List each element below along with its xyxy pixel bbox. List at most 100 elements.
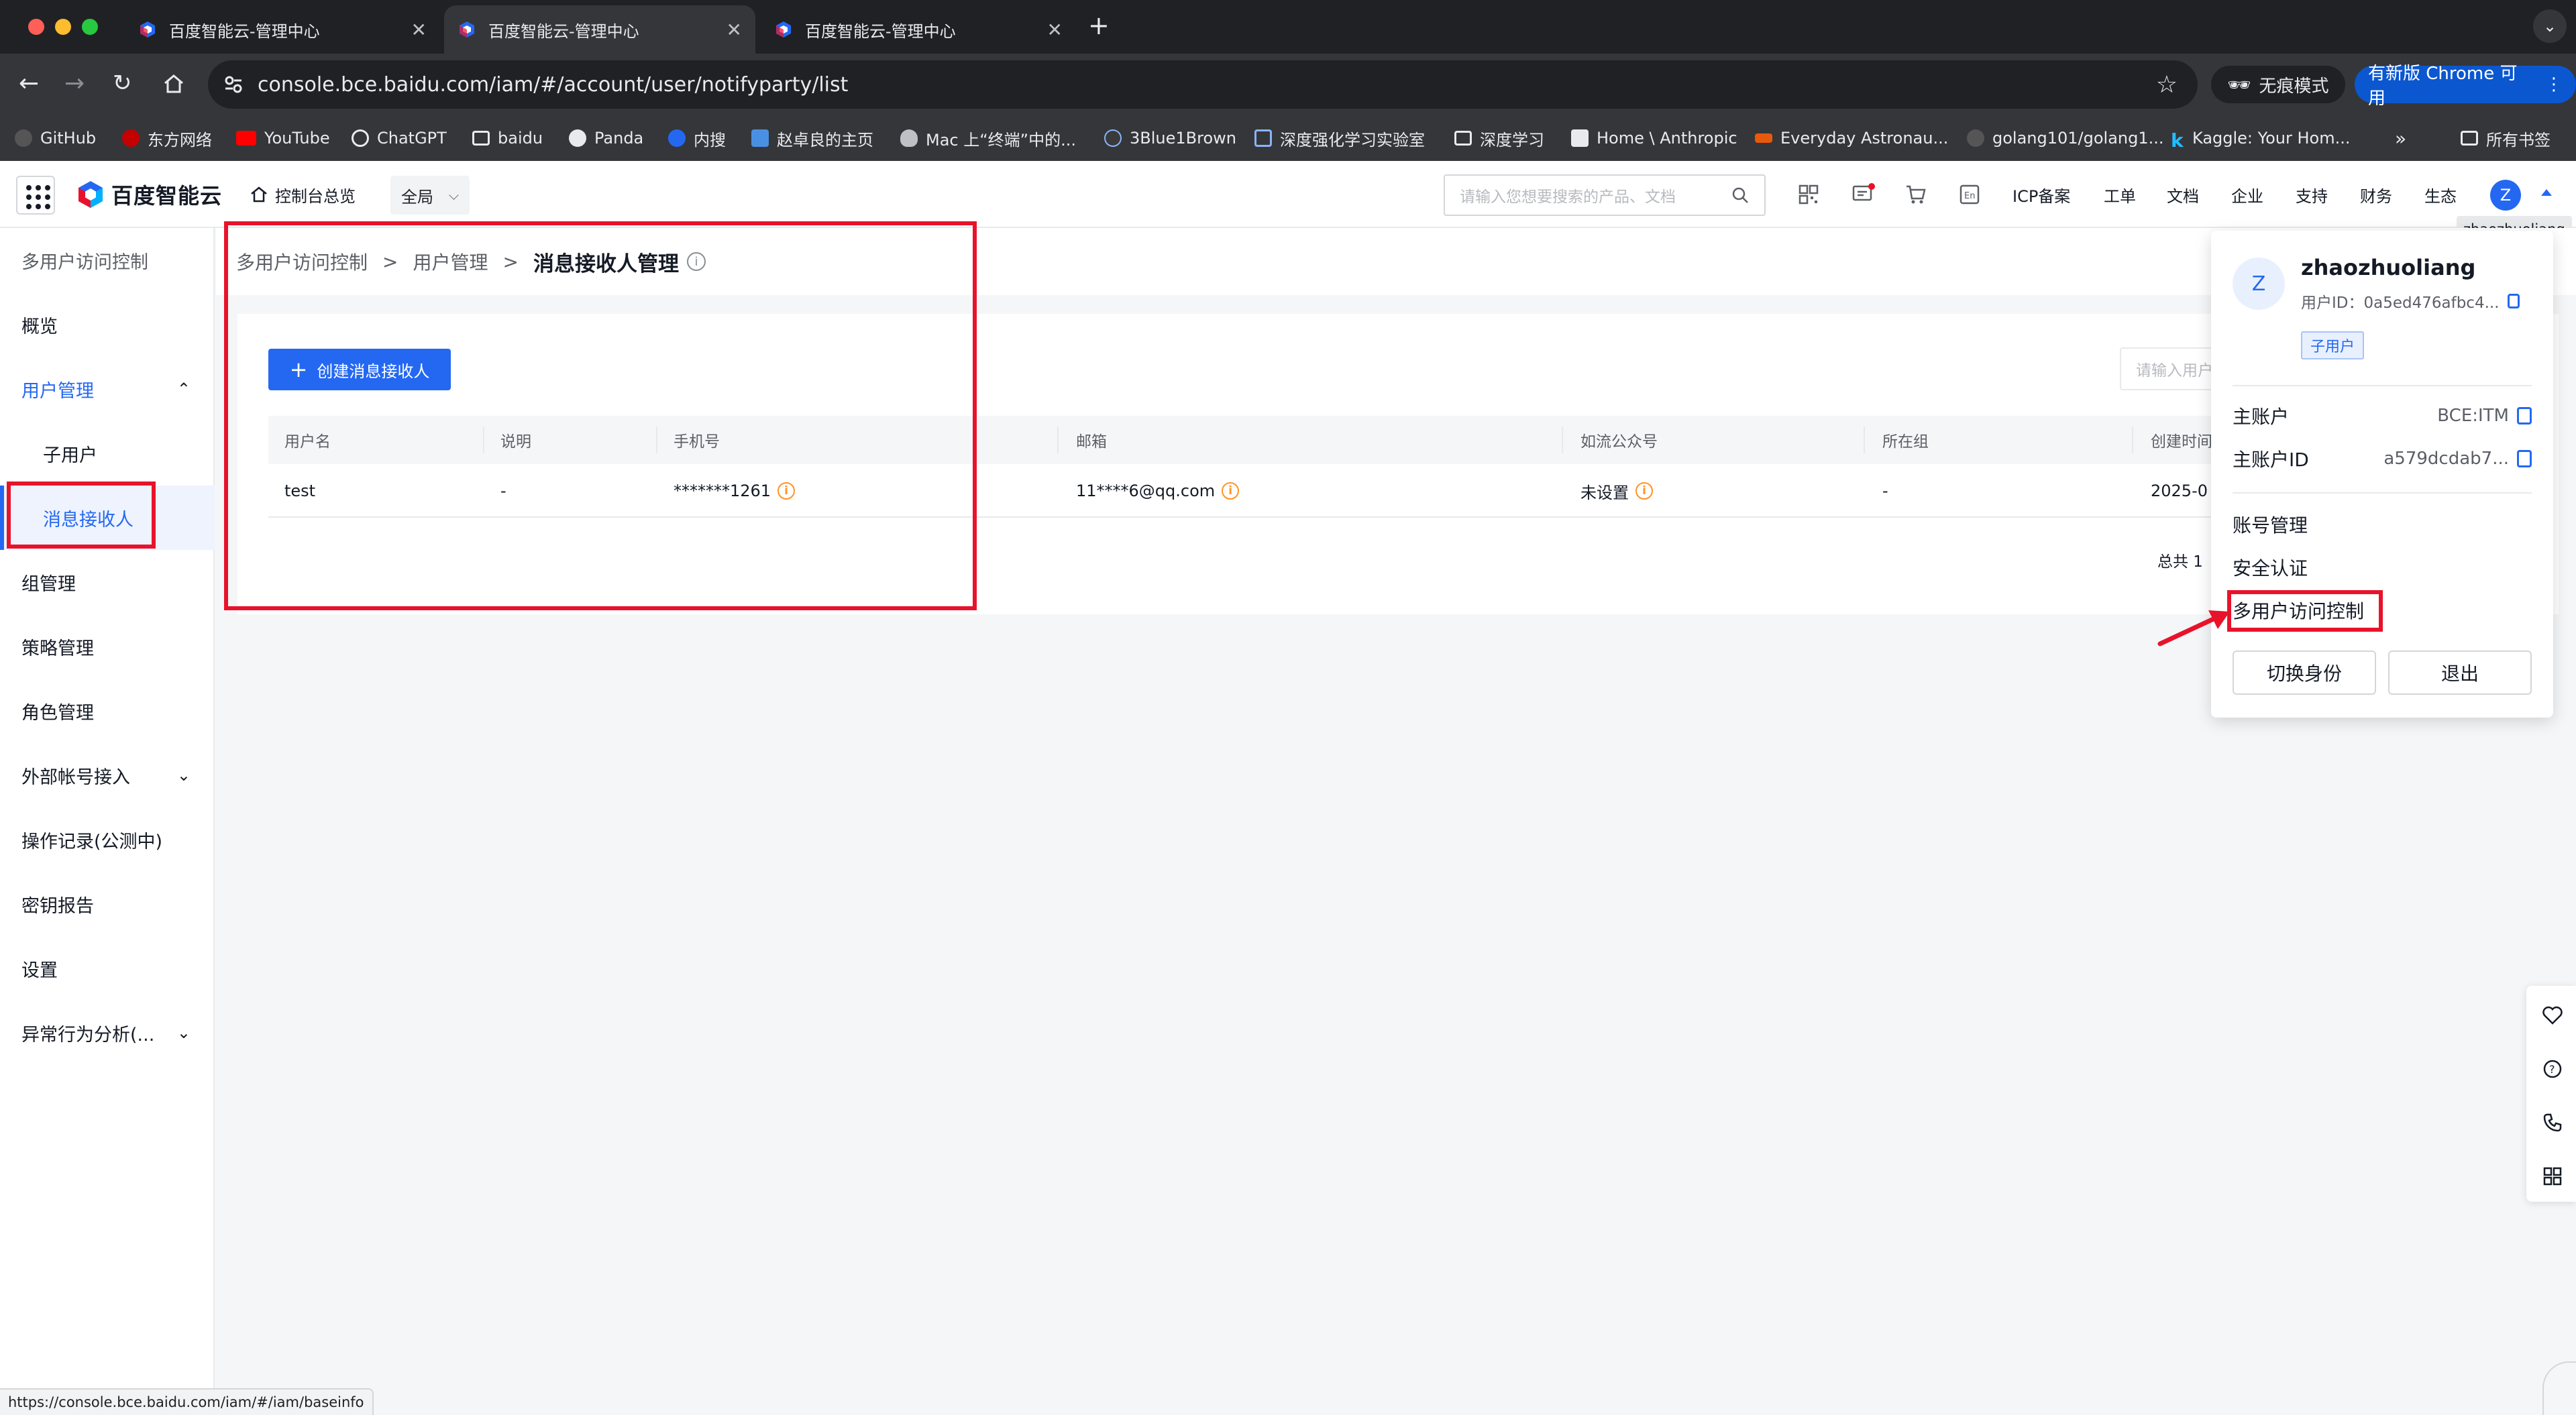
sidebar-item-subusers[interactable]: 子用户	[0, 421, 215, 486]
bookmark-item[interactable]: ChatGPT	[352, 115, 447, 161]
caret-up-icon[interactable]	[2541, 189, 2552, 196]
menu-label: 安全认证	[2233, 557, 2308, 579]
incognito-indicator[interactable]: 🕶 无痕模式	[2211, 66, 2345, 103]
browser-tab-2-active[interactable]: 百度智能云-管理中心 ✕	[444, 5, 755, 54]
bookmark-folder[interactable]: baidu	[472, 115, 543, 161]
bookmark-label: Kaggle: Your Hom...	[2192, 129, 2351, 148]
console-overview-link[interactable]: 控制台总览	[250, 161, 356, 228]
bookmark-item[interactable]: Home \ Anthropic	[1571, 115, 1737, 161]
folder-icon	[2461, 131, 2478, 146]
switch-identity-label: 切换身份	[2266, 663, 2342, 685]
main-account-value: BCE:ITM	[2437, 406, 2509, 426]
bookmark-folder[interactable]: 深度学习	[1454, 115, 1544, 161]
switch-identity-button[interactable]: 切换身份	[2233, 650, 2376, 695]
reload-icon[interactable]: ↻	[113, 70, 132, 97]
bookmark-star-icon[interactable]: ☆	[2156, 71, 2178, 99]
baidu-cloud-favicon-icon	[140, 21, 155, 38]
language-icon[interactable]: En	[1959, 184, 1980, 205]
sidebar-item-roles[interactable]: 角色管理	[0, 679, 215, 743]
logout-button[interactable]: 退出	[2388, 650, 2532, 695]
bookmark-item[interactable]: 内搜	[668, 115, 726, 161]
user-avatar[interactable]: Z	[2490, 180, 2521, 211]
dongfang-icon	[122, 129, 140, 147]
search-placeholder: 请输入用户	[2136, 362, 2213, 380]
bookmark-item[interactable]: 深度强化学习实验室	[1254, 115, 1425, 161]
tab-close-icon[interactable]: ✕	[727, 19, 742, 41]
all-bookmarks[interactable]: 所有书签	[2461, 115, 2551, 161]
more-menu-icon[interactable]: ⋮	[2545, 74, 2563, 95]
bookmark-item[interactable]: Mac 上“终端”中的...	[900, 115, 1076, 161]
tab-close-icon[interactable]: ✕	[411, 19, 427, 41]
corner-widget[interactable]	[2542, 1361, 2576, 1415]
sidebar-item-policies[interactable]: 策略管理	[0, 614, 215, 679]
ruliu-info-icon[interactable]: i	[1635, 482, 1653, 500]
baidu-cloud-logo[interactable]: 百度智能云	[75, 161, 222, 228]
bookmark-item[interactable]: YouTube	[236, 115, 330, 161]
copy-icon[interactable]	[2517, 450, 2532, 467]
table-search-input[interactable]: 请输入用户	[2120, 347, 2220, 390]
bookmark-item[interactable]: Panda	[569, 115, 643, 161]
browser-tab-1[interactable]: 百度智能云-管理中心 ✕	[125, 5, 440, 54]
bookmark-item[interactable]: GitHub	[15, 115, 96, 161]
nav-enterprise[interactable]: 企业	[2231, 161, 2263, 228]
message-icon[interactable]	[1851, 182, 1876, 205]
email-info-icon[interactable]: i	[1222, 482, 1240, 500]
favorite-heart-icon[interactable]	[2529, 988, 2576, 1042]
nav-label: 企业	[2231, 186, 2263, 206]
bookmark-item[interactable]: 3Blue1Brown	[1104, 115, 1236, 161]
nav-label: 生态	[2424, 186, 2457, 206]
tab-search-chevron-icon[interactable]: ⌄	[2533, 9, 2567, 43]
sidebar-item-external-accounts[interactable]: 外部帐号接入 ⌄	[0, 743, 215, 807]
phone-icon[interactable]	[2529, 1096, 2576, 1149]
grid-apps-icon[interactable]	[2529, 1149, 2576, 1203]
sidebar-item-anomaly-analysis[interactable]: 异常行为分析(... ⌄	[0, 1001, 215, 1065]
copy-icon[interactable]	[2517, 407, 2532, 424]
sidebar-item-audit-log[interactable]: 操作记录(公测中)	[0, 807, 215, 872]
bookmark-item[interactable]: k Kaggle: Your Hom...	[2171, 115, 2351, 161]
folder-icon	[472, 131, 490, 146]
search-icon[interactable]	[1731, 186, 1750, 205]
chrome-update-button[interactable]: 有新版 Chrome 可用 ⋮	[2355, 64, 2576, 109]
sidebar-item-overview[interactable]: 概览	[0, 292, 215, 357]
home-icon[interactable]	[162, 72, 185, 95]
sidebar-item-groups[interactable]: 组管理	[0, 550, 215, 614]
forward-arrow-icon[interactable]: →	[64, 70, 85, 97]
logout-label: 退出	[2440, 663, 2479, 685]
sidebar-item-key-report[interactable]: 密钥报告	[0, 872, 215, 936]
bookmark-item[interactable]: 东方网络	[122, 115, 212, 161]
tab-close-icon[interactable]: ✕	[1047, 19, 1063, 41]
minimize-window-dot[interactable]	[55, 19, 71, 35]
copy-icon[interactable]	[2507, 294, 2520, 308]
region-select[interactable]: 全局 ⌵	[390, 176, 470, 215]
bookmark-item[interactable]: 赵卓良的主页	[751, 115, 873, 161]
nav-support[interactable]: 支持	[2296, 161, 2328, 228]
bookmark-item[interactable]: Everyday Astronau...	[1755, 115, 1948, 161]
omnibox[interactable]: console.bce.baidu.com/iam/#/account/user…	[208, 60, 2198, 109]
browser-tab-3[interactable]: 百度智能云-管理中心 ✕	[761, 5, 1076, 54]
bookmark-item[interactable]: golang101/golang1...	[1967, 115, 2164, 161]
help-icon[interactable]: ?	[2529, 1042, 2576, 1096]
sidebar-item-label: 角色管理	[21, 702, 94, 724]
new-tab-icon[interactable]: +	[1088, 11, 1110, 40]
back-arrow-icon[interactable]: ←	[19, 70, 39, 97]
nav-icp[interactable]: ICP备案	[2012, 161, 2070, 228]
nav-docs[interactable]: 文档	[2167, 161, 2199, 228]
sidebar-item-label: 用户管理	[21, 380, 94, 402]
site-settings-icon[interactable]	[223, 74, 244, 95]
bookmarks-overflow-icon[interactable]: »	[2395, 115, 2406, 161]
app-grid-icon[interactable]	[16, 176, 55, 215]
close-window-dot[interactable]	[28, 19, 44, 35]
active-indicator	[0, 486, 4, 550]
nav-finance[interactable]: 财务	[2360, 161, 2392, 228]
menu-account-management[interactable]: 账号管理	[2233, 504, 2308, 545]
menu-security-auth[interactable]: 安全认证	[2233, 547, 2308, 587]
nav-ecosystem[interactable]: 生态	[2424, 161, 2457, 228]
maximize-window-dot[interactable]	[82, 19, 98, 35]
cart-icon[interactable]	[1905, 184, 1927, 205]
global-search-input[interactable]: 请输入您想要搜索的产品、文档	[1444, 174, 1766, 216]
sidebar-item-user-management[interactable]: 用户管理 ⌃	[0, 357, 215, 421]
sidebar-item-label: 概览	[21, 316, 58, 337]
sidebar-item-settings[interactable]: 设置	[0, 936, 215, 1001]
qrcode-icon[interactable]	[1798, 184, 1819, 205]
nav-ticket[interactable]: 工单	[2104, 161, 2136, 228]
